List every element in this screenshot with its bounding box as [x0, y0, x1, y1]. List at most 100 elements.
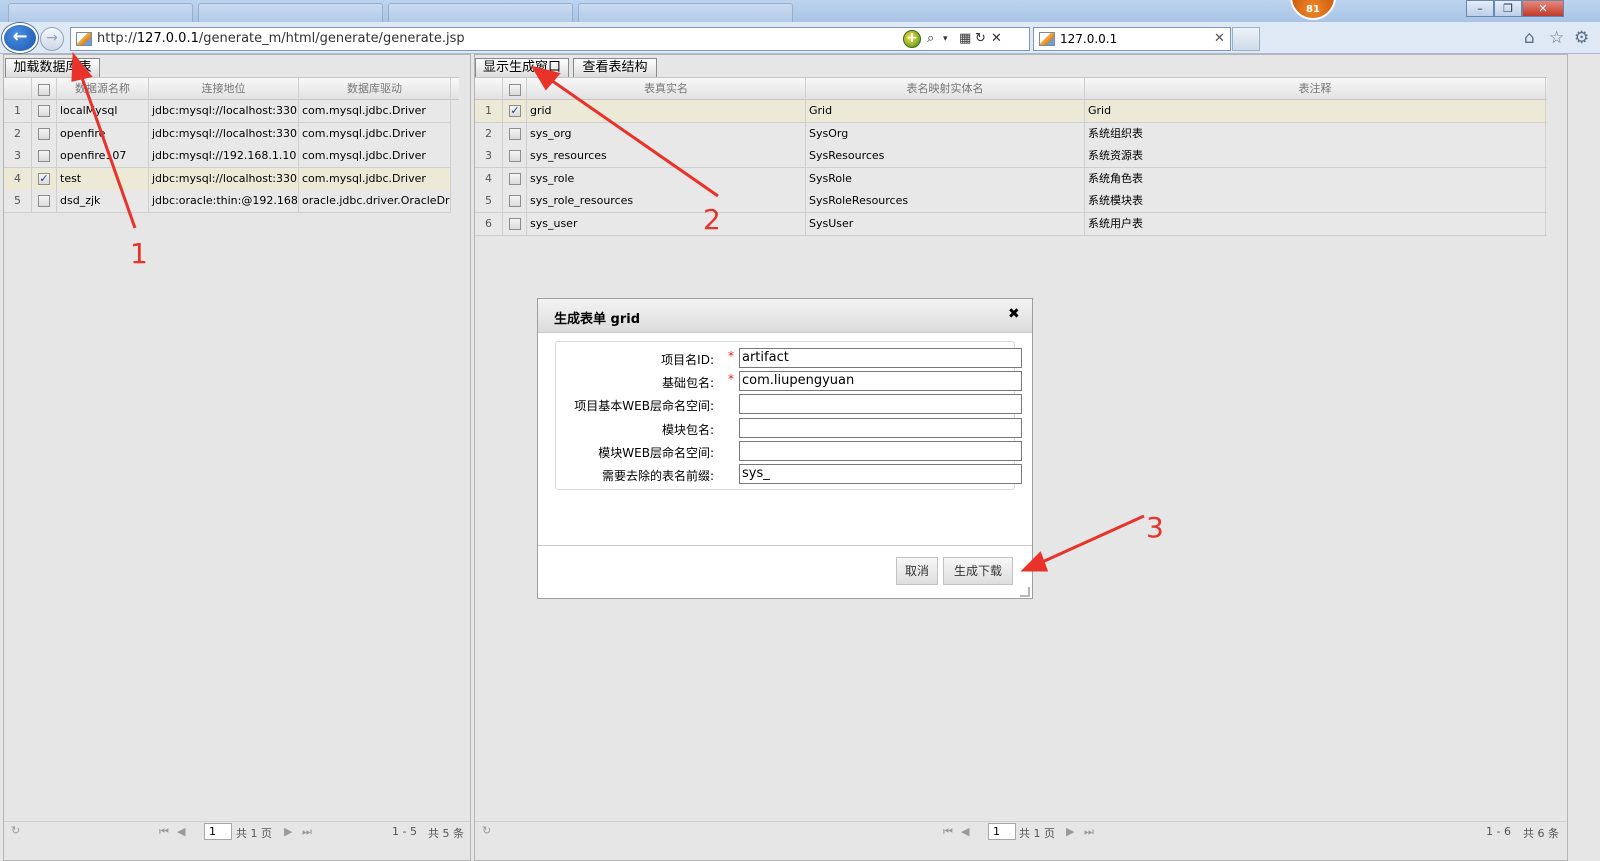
first-page-icon[interactable]: ⏮	[943, 825, 953, 839]
column-header[interactable]: 表注释	[1085, 78, 1546, 100]
select-all-checkbox[interactable]	[38, 84, 50, 96]
home-icon[interactable]: ⌂	[1524, 28, 1535, 48]
load-tables-button[interactable]: 加载数据库表	[5, 58, 100, 78]
view-table-structure-button[interactable]: 查看表结构	[573, 58, 657, 78]
record-range-label: 1 - 6	[1486, 825, 1511, 838]
table-row[interactable]: 4 ✓ test jdbc:mysql://localhost:330 com.mysq…	[4, 167, 451, 191]
row-checkbox[interactable]: ✓	[38, 172, 50, 185]
driver-class: com.mysql.jdbc.Driver	[299, 145, 451, 167]
row-number: 1	[475, 100, 503, 122]
form-input[interactable]: com.liupengyuan	[739, 371, 1022, 392]
row-checkbox[interactable]	[38, 127, 50, 140]
column-header[interactable]: 数据库驱动	[299, 78, 451, 100]
dropdown-arrow-icon[interactable]: ▾	[943, 34, 948, 44]
generate-form: 项目名ID: * artifact 基础包名: * com.liupengyuan 项目基本…	[555, 341, 1022, 490]
generate-download-button[interactable]: 生成下载	[943, 557, 1013, 585]
table-row[interactable]: 5 dsd_zjk jdbc:oracle:thin:@192.168 oracle.…	[4, 190, 451, 213]
select-all-checkbox[interactable]	[509, 84, 521, 96]
cancel-button[interactable]: 取消	[896, 557, 938, 585]
table-real-name: sys_resources	[527, 145, 806, 167]
table-real-name: sys_user	[527, 212, 806, 235]
table-comment: 系统模块表	[1085, 190, 1546, 212]
field-label: 模块包名:	[661, 422, 714, 437]
column-header[interactable]: 连接地位	[149, 78, 299, 100]
form-input[interactable]	[739, 440, 1022, 461]
entity-name: Grid	[806, 100, 1085, 122]
search-icon[interactable]: ⌕	[927, 31, 934, 46]
row-checkbox[interactable]	[509, 172, 521, 185]
row-checkbox[interactable]	[38, 105, 50, 117]
table-row[interactable]: 3 sys_resources SysResources 系统资源表	[475, 145, 1547, 168]
close-icon[interactable]: ✖	[1008, 306, 1020, 322]
address-bar[interactable]: http://127.0.0.1/generate_m/html/generat…	[70, 27, 1030, 51]
refresh-icon[interactable]: ↻	[482, 824, 491, 837]
form-input[interactable]: sys_	[739, 464, 1022, 484]
show-generate-window-button[interactable]: 显示生成窗口	[475, 58, 569, 78]
form-input[interactable]	[739, 417, 1022, 438]
column-header[interactable]: 表真实名	[527, 78, 806, 100]
dialog-header[interactable]: 生成表单 grid ✖	[538, 299, 1032, 333]
refresh-icon[interactable]: ↻	[975, 31, 986, 46]
page-number-input[interactable]: 1	[988, 823, 1016, 840]
compatibility-icon[interactable]: +	[903, 30, 921, 48]
checkbox-cell	[32, 145, 57, 167]
background-tab[interactable]	[8, 3, 193, 22]
table-row[interactable]: 6 sys_user SysUser 系统用户表	[475, 212, 1547, 236]
table-row[interactable]: 2 openfire jdbc:mysql://localhost:330 com.m…	[4, 122, 451, 146]
favorites-star-icon[interactable]: ☆	[1549, 28, 1564, 48]
gear-icon[interactable]: ⚙	[1574, 28, 1589, 48]
entity-name: SysUser	[806, 212, 1085, 235]
minimize-icon[interactable]: –	[1466, 0, 1494, 17]
first-page-icon[interactable]: ⏮	[159, 825, 169, 839]
row-number: 2	[475, 122, 503, 145]
background-tab[interactable]	[388, 3, 573, 22]
prev-page-icon[interactable]: ◀	[961, 825, 969, 838]
table-row[interactable]: 5 sys_role_resources SysRoleResources 系统模块表	[475, 190, 1547, 213]
row-checkbox[interactable]	[38, 195, 50, 207]
required-asterisk: *	[728, 349, 734, 363]
row-checkbox[interactable]: ✓	[509, 105, 521, 117]
prev-page-icon[interactable]: ◀	[177, 825, 185, 838]
row-checkbox[interactable]	[509, 195, 521, 207]
table-row[interactable]: 2 sys_org SysOrg 系统组织表	[475, 122, 1547, 146]
last-page-icon[interactable]: ⏭	[302, 825, 312, 839]
compat-view-icon[interactable]: ▦	[959, 31, 971, 46]
table-row[interactable]: 1 localMysql jdbc:mysql://localhost:330 com…	[4, 100, 451, 123]
row-checkbox[interactable]	[509, 150, 521, 162]
row-checkbox[interactable]	[509, 127, 521, 140]
refresh-icon[interactable]: ↻	[11, 824, 20, 837]
last-page-icon[interactable]: ⏭	[1084, 825, 1094, 839]
row-checkbox[interactable]	[38, 150, 50, 162]
active-tab[interactable]: 127.0.0.1 ✕	[1033, 27, 1231, 51]
forward-arrow-icon[interactable]: →	[40, 27, 64, 51]
new-tab-button[interactable]	[1232, 27, 1260, 51]
row-number-header	[475, 78, 503, 100]
row-number-header	[4, 78, 32, 100]
column-header[interactable]: 数据源名称	[57, 78, 149, 100]
table-real-name: grid	[527, 100, 806, 122]
table-row[interactable]: 1 ✓ grid Grid Grid	[475, 100, 1547, 123]
next-page-icon[interactable]: ▶	[284, 825, 292, 838]
table-row[interactable]: 3 openfire107 jdbc:mysql://192.168.1.10 com…	[4, 145, 451, 168]
next-page-icon[interactable]: ▶	[1066, 825, 1074, 838]
table-comment: 系统资源表	[1085, 145, 1546, 167]
row-checkbox[interactable]	[509, 217, 521, 230]
page-number-input[interactable]: 1	[204, 823, 232, 840]
table-row[interactable]: 4 sys_role SysRole 系统角色表	[475, 167, 1547, 191]
form-input[interactable]	[739, 394, 1022, 415]
stop-icon[interactable]: ✕	[991, 31, 1002, 46]
background-tab[interactable]	[198, 3, 383, 22]
restore-icon[interactable]: ❐	[1494, 0, 1522, 17]
back-arrow-icon[interactable]: ←	[2, 23, 38, 53]
table-real-name: sys_org	[527, 122, 806, 145]
connection-url: jdbc:mysql://192.168.1.10	[149, 145, 299, 167]
resize-grip-icon[interactable]	[1020, 587, 1030, 597]
background-tab[interactable]	[578, 3, 793, 22]
record-total-label: 共 6 条	[1523, 827, 1559, 840]
datasource-name: openfire107	[57, 145, 149, 167]
generate-form-dialog: 生成表单 grid ✖ 项目名ID: * artifact 基础包名: * com.liu…	[537, 298, 1033, 599]
close-tab-icon[interactable]: ✕	[1214, 31, 1225, 46]
form-input[interactable]: artifact	[739, 348, 1022, 368]
close-window-icon[interactable]: ✕	[1522, 0, 1564, 17]
column-header[interactable]: 表名映射实体名	[806, 78, 1085, 100]
